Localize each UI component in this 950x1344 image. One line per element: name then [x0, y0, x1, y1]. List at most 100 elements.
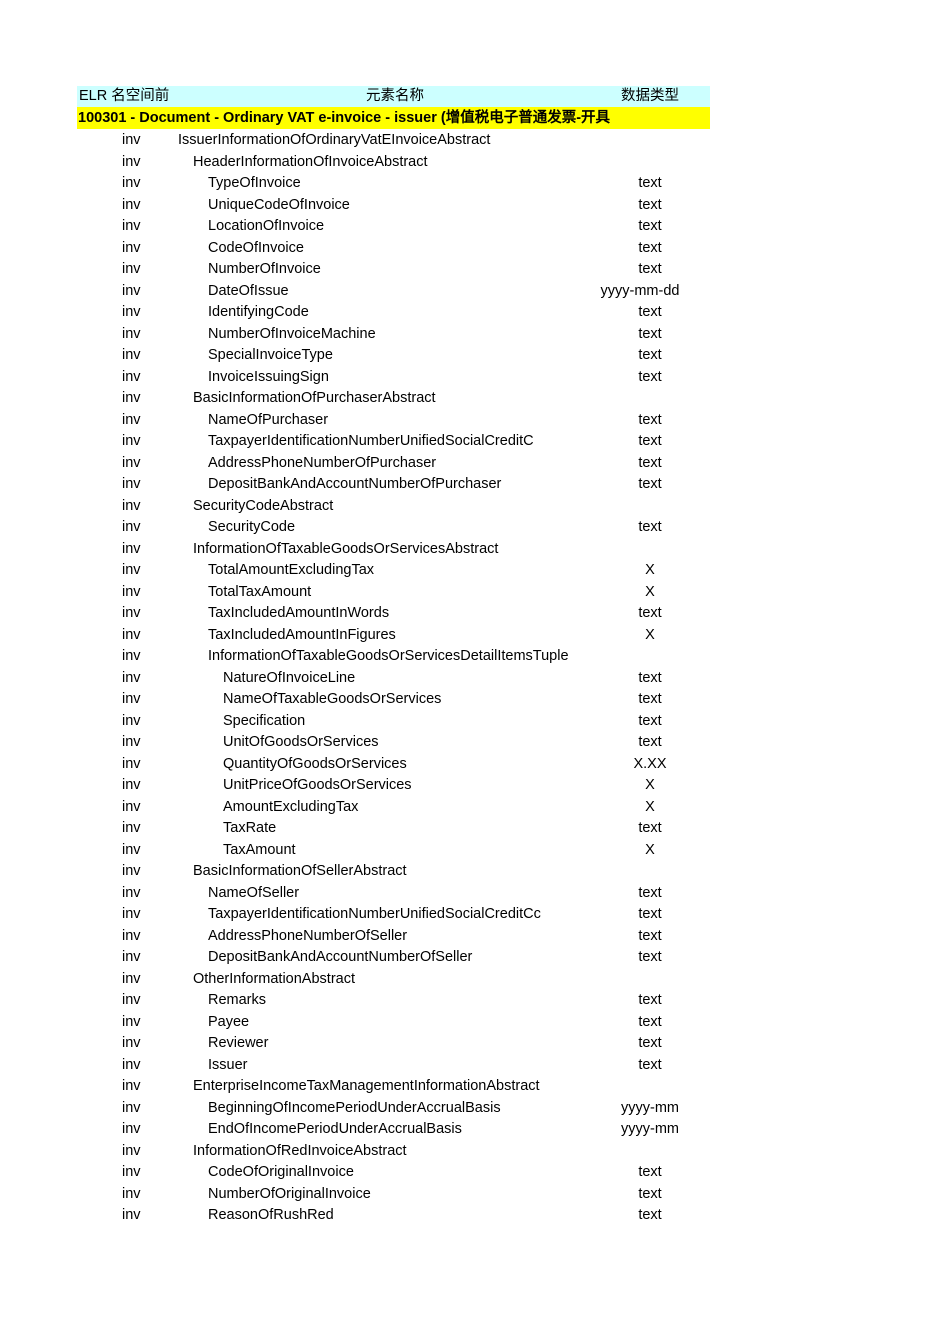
table-row[interactable]: inv Payee text — [77, 1012, 710, 1034]
cell-namespace-prefix: inv — [122, 626, 141, 643]
table-row[interactable]: inv TypeOfInvoice text — [77, 173, 710, 195]
table-row[interactable]: inv AddressPhoneNumberOfSeller text — [77, 926, 710, 948]
cell-datatype: text — [638, 927, 662, 944]
table-row[interactable]: inv AddressPhoneNumberOfPurchaser text — [77, 453, 710, 475]
cell-namespace-prefix: inv — [122, 1035, 141, 1051]
table-row[interactable]: inv AmountExcludingTax X — [77, 797, 710, 819]
table-row[interactable]: inv NameOfTaxableGoodsOrServices text — [77, 689, 710, 711]
table-row[interactable]: inv UniqueCodeOfInvoice text — [77, 195, 710, 217]
table-row[interactable]: inv InformationOfTaxableGoodsOrServicesDe… — [77, 646, 710, 668]
table-row[interactable]: inv LocationOfInvoice text — [77, 216, 710, 238]
table-row[interactable]: inv BeginningOfIncomePeriodUnderAccrualBa… — [77, 1098, 710, 1120]
cell-namespace-prefix: inv — [122, 390, 141, 406]
table-row[interactable]: inv EnterpriseIncomeTaxManagementInformat… — [77, 1076, 710, 1098]
table-row[interactable]: inv SecurityCode text — [77, 517, 710, 539]
cell-namespace-prefix: inv — [122, 175, 141, 191]
cell-element-name: Reviewer — [208, 1035, 269, 1051]
cell-element-name: Specification — [223, 712, 306, 729]
table-row[interactable]: inv TaxAmount X — [77, 840, 710, 862]
cell-namespace-prefix: inv — [122, 368, 141, 385]
table-row[interactable]: inv NameOfPurchaser text — [77, 410, 710, 432]
table-row[interactable]: inv TaxIncludedAmountInFigures X — [77, 625, 710, 647]
table-row[interactable]: inv InformationOfTaxableGoodsOrServicesAb… — [77, 539, 710, 561]
table-row[interactable]: inv SecurityCodeAbstract — [77, 496, 710, 518]
cell-datatype: text — [638, 992, 662, 1008]
table-row[interactable]: inv Reviewer text — [77, 1033, 710, 1055]
table-row[interactable]: inv UnitOfGoodsOrServices text — [77, 732, 710, 754]
table-row[interactable]: inv NumberOfInvoiceMachine text — [77, 324, 710, 346]
cell-namespace-prefix: inv — [122, 734, 141, 750]
cell-element-name: TaxIncludedAmountInFigures — [208, 626, 396, 643]
cell-namespace-prefix: inv — [122, 132, 141, 148]
cell-namespace-prefix: inv — [122, 261, 141, 277]
table-row[interactable]: inv IdentifyingCode text — [77, 302, 710, 324]
table-row[interactable]: inv BasicInformationOfPurchaserAbstract — [77, 388, 710, 410]
cell-element-name: TaxpayerIdentificationNumberUnifiedSocia… — [208, 433, 534, 449]
table-row[interactable]: inv DateOfIssue yyyy-mm-dd — [77, 281, 710, 303]
table-row[interactable]: inv NumberOfInvoice text — [77, 259, 710, 281]
table-row[interactable]: inv TaxpayerIdentificationNumberUnifiedSo… — [77, 904, 710, 926]
cell-element-name: EnterpriseIncomeTaxManagementInformation… — [193, 1078, 540, 1094]
cell-namespace-prefix: inv — [122, 433, 141, 449]
cell-element-name: NumberOfInvoiceMachine — [208, 325, 376, 342]
table-row[interactable]: inv IssuerInformationOfOrdinaryVatEInvoic… — [77, 130, 710, 152]
cell-datatype: text — [638, 949, 662, 965]
cell-datatype: text — [638, 411, 662, 428]
cell-namespace-prefix: inv — [122, 411, 141, 428]
table-row[interactable]: inv TaxIncludedAmountInWords text — [77, 603, 710, 625]
column-header-element-name: 元素名称 — [366, 88, 424, 104]
table-row[interactable]: inv NatureOfInvoiceLine text — [77, 668, 710, 690]
cell-element-name: IssuerInformationOfOrdinaryVatEInvoiceAb… — [178, 132, 491, 148]
table-row[interactable]: inv CodeOfInvoice text — [77, 238, 710, 260]
cell-namespace-prefix: inv — [122, 798, 141, 815]
cell-element-name: DepositBankAndAccountNumberOfSeller — [208, 949, 473, 965]
cell-element-name: NumberOfInvoice — [208, 261, 321, 277]
cell-element-name: TotalAmountExcludingTax — [208, 562, 375, 578]
table-row[interactable]: inv TotalAmountExcludingTax X — [77, 560, 710, 582]
cell-namespace-prefix: inv — [122, 1078, 141, 1094]
cell-namespace-prefix: inv — [122, 1056, 141, 1073]
table-row[interactable]: inv DepositBankAndAccountNumberOfSeller te… — [77, 947, 710, 969]
table-row[interactable]: inv DepositBankAndAccountNumberOfPurchase… — [77, 474, 710, 496]
cell-element-name: LocationOfInvoice — [208, 218, 325, 234]
table-row[interactable]: inv TaxRate text — [77, 818, 710, 840]
cell-element-name: CodeOfInvoice — [208, 239, 304, 256]
cell-namespace-prefix: inv — [122, 304, 141, 320]
table-row[interactable]: inv NumberOfOriginalInvoice text — [77, 1184, 710, 1206]
table-row[interactable]: inv InformationOfRedInvoiceAbstract — [77, 1141, 710, 1163]
cell-datatype: X — [645, 798, 655, 815]
cell-element-name: ReasonOfRushRed — [208, 1207, 334, 1223]
table-row[interactable]: inv NameOfSeller text — [77, 883, 710, 905]
document-title-text: 100301 - Document - Ordinary VAT e-invoi… — [78, 110, 611, 126]
table-row[interactable]: inv BasicInformationOfSellerAbstract — [77, 861, 710, 883]
cell-namespace-prefix: inv — [122, 476, 141, 492]
cell-datatype: text — [638, 1013, 662, 1030]
table-row[interactable]: inv TotalTaxAmount X — [77, 582, 710, 604]
table-row[interactable]: inv QuantityOfGoodsOrServices X.XX — [77, 754, 710, 776]
cell-element-name: InvoiceIssuingSign — [208, 368, 329, 385]
table-row[interactable]: inv ReasonOfRushRed text — [77, 1205, 710, 1227]
cell-element-name: DateOfIssue — [208, 282, 289, 299]
cell-datatype: text — [638, 884, 662, 901]
table-row[interactable]: inv InvoiceIssuingSign text — [77, 367, 710, 389]
cell-element-name: BasicInformationOfPurchaserAbstract — [193, 390, 436, 406]
table-row[interactable]: inv CodeOfOriginalInvoice text — [77, 1162, 710, 1184]
cell-element-name: UniqueCodeOfInvoice — [208, 196, 350, 213]
cell-element-name: Remarks — [208, 992, 267, 1008]
cell-element-name: InformationOfRedInvoiceAbstract — [193, 1142, 407, 1159]
cell-element-name: TypeOfInvoice — [208, 175, 301, 191]
cell-namespace-prefix: inv — [122, 841, 141, 858]
cell-datatype: text — [638, 261, 662, 277]
table-row[interactable]: inv TaxpayerIdentificationNumberUnifiedSo… — [77, 431, 710, 453]
table-row[interactable]: inv UnitPriceOfGoodsOrServices X — [77, 775, 710, 797]
table-row[interactable]: inv SpecialInvoiceType text — [77, 345, 710, 367]
table-row[interactable]: inv Remarks text — [77, 990, 710, 1012]
cell-namespace-prefix: inv — [122, 454, 141, 471]
table-row[interactable]: inv OtherInformationAbstract — [77, 969, 710, 991]
table-row[interactable]: inv Issuer text — [77, 1055, 710, 1077]
cell-datatype: text — [638, 1207, 662, 1223]
table-row[interactable]: inv Specification text — [77, 711, 710, 733]
table-row[interactable]: inv HeaderInformationOfInvoiceAbstract — [77, 152, 710, 174]
table-row[interactable]: inv EndOfIncomePeriodUnderAccrualBasis yyy… — [77, 1119, 710, 1141]
cell-namespace-prefix: inv — [122, 863, 141, 879]
